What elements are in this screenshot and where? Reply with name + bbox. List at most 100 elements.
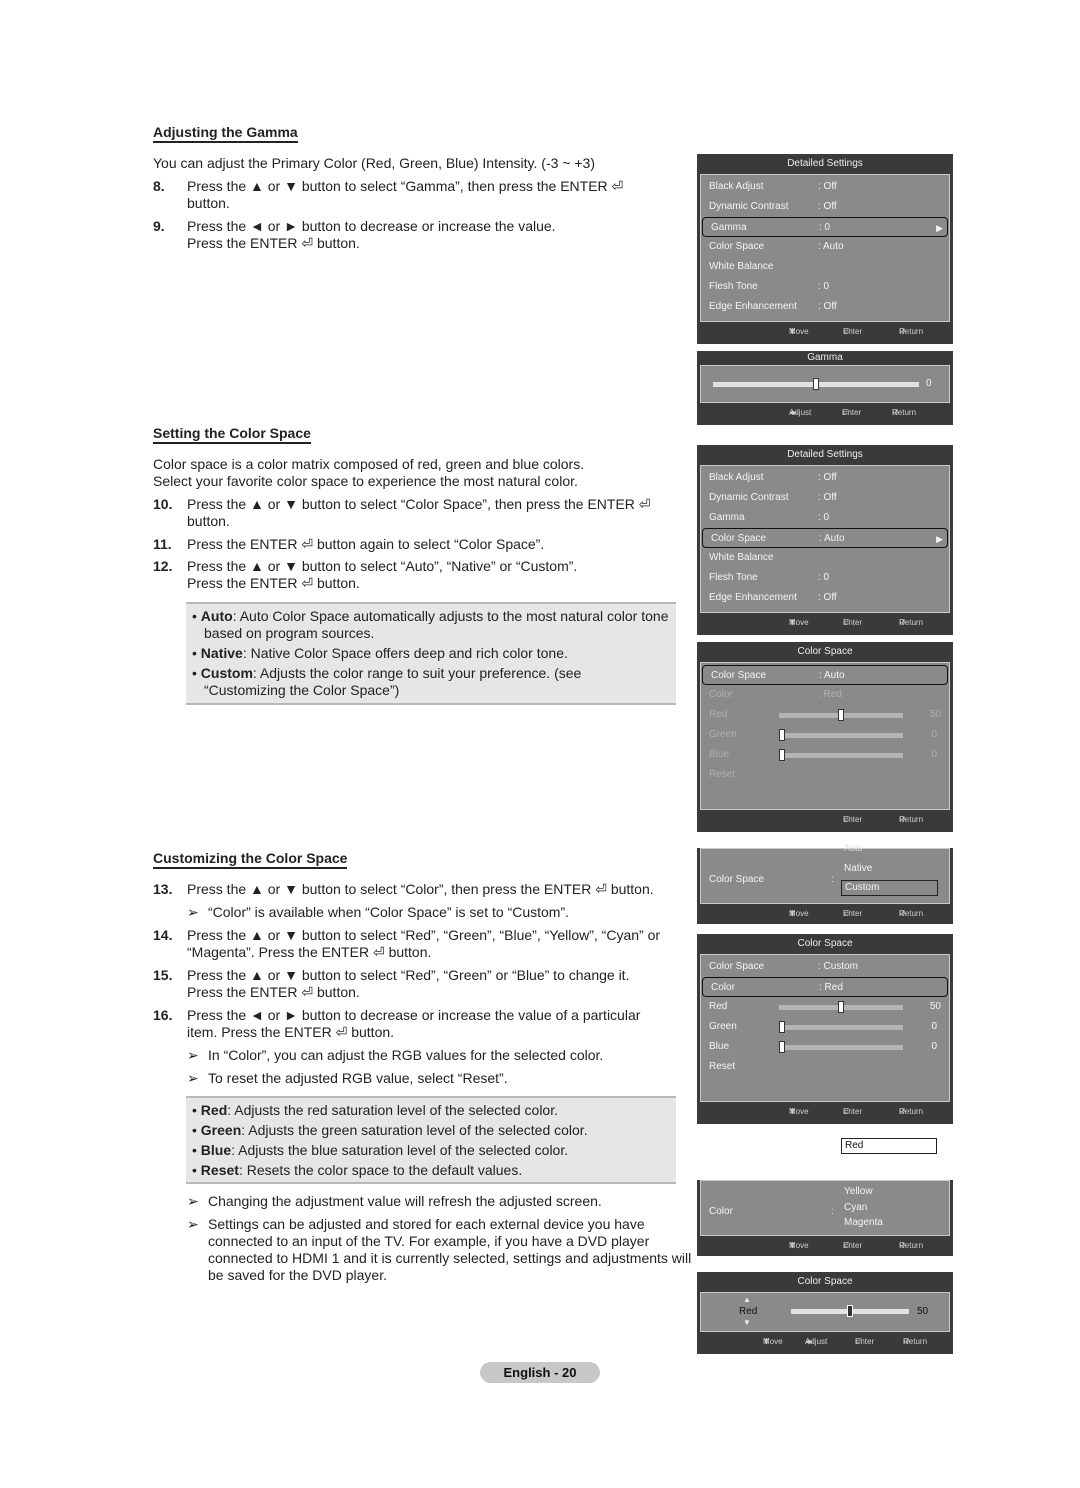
step-number: 13. — [153, 881, 173, 897]
menu-item-dynamic-contrast[interactable]: Dynamic Contrast: Off — [701, 488, 949, 508]
gamma-slider-thumb[interactable] — [813, 378, 819, 390]
gamma-intro: You can adjust the Primary Color (Red, G… — [153, 155, 595, 171]
hint-label: Return — [899, 327, 924, 336]
hint-label: Return — [892, 408, 917, 417]
section-title-gamma: Adjusting the Gamma — [153, 124, 298, 143]
menu-item-gamma[interactable]: Gamma: 0 — [701, 508, 949, 528]
panel-body: Black Adjust: Off Dynamic Contrast: Off … — [700, 174, 950, 322]
panel-footer: ⬍ Move ◂▸ Adjust ⏎ Enter ↺ Return — [697, 1332, 953, 1352]
red-adjust-slider-thumb[interactable] — [847, 1305, 853, 1317]
bullet-custom: • Custom: Adjusts the color range to sui… — [192, 665, 582, 698]
hint-label: Enter — [843, 1107, 863, 1116]
arrow-icon: ➢ — [187, 1070, 199, 1086]
green-slider-thumb[interactable] — [779, 1021, 785, 1033]
menu-item-reset[interactable]: Reset — [701, 1057, 949, 1077]
hint-label: Enter — [842, 408, 862, 417]
green-slider-track[interactable] — [779, 1025, 903, 1030]
note-text: Changing the adjustment value will refre… — [208, 1193, 602, 1209]
step-number: 15. — [153, 967, 173, 983]
menu-item-reset: Reset — [701, 765, 949, 785]
chevron-right-icon: ▶ — [936, 534, 943, 544]
hint-label: Return — [899, 815, 924, 824]
down-arrow-icon[interactable]: ▼ — [743, 1318, 751, 1327]
option-custom-selected[interactable]: Custom — [841, 880, 938, 896]
menu-item-red[interactable]: Red 50 — [701, 997, 949, 1017]
step-number: 11. — [153, 536, 172, 552]
step-number: 8. — [153, 178, 165, 194]
red-slider-thumb[interactable] — [838, 1001, 844, 1013]
menu-item-color-space[interactable]: Color Space: Custom — [701, 957, 949, 977]
menu-item-white-balance[interactable]: White Balance — [701, 548, 949, 568]
color-selected-box[interactable]: Red — [841, 1138, 937, 1154]
option-auto[interactable]: Auto — [844, 843, 863, 851]
blue-slider-track[interactable] — [779, 1045, 903, 1050]
hint-label: Return — [899, 618, 924, 627]
option-yellow[interactable]: Yellow — [844, 1186, 873, 1197]
menu-item-color-space[interactable]: Color Space: Auto ▶ — [702, 528, 948, 548]
menu-item-flesh-tone[interactable]: Flesh Tone: 0 — [701, 277, 949, 297]
menu-item-edge-enhancement[interactable]: Edge Enhancement: Off — [701, 588, 949, 608]
bullet-native: • Native: Native Color Space offers deep… — [192, 645, 568, 661]
osd-detailed-settings-gamma: Detailed Settings Black Adjust: Off Dyna… — [697, 154, 953, 344]
option-magenta[interactable]: Magenta — [844, 1217, 883, 1228]
menu-item-blue[interactable]: Blue 0 — [701, 1037, 949, 1057]
menu-item-black-adjust[interactable]: Black Adjust: Off — [701, 177, 949, 197]
menu-item-color: Color: Red — [701, 685, 949, 705]
step-13: 13. Press the ▲ or ▼ button to select “Co… — [153, 881, 683, 898]
option-cyan[interactable]: Cyan — [844, 1202, 867, 1213]
color-space-options-box: • Auto: Auto Color Space automatically a… — [186, 602, 676, 705]
blue-slider-thumb[interactable] — [779, 1041, 785, 1053]
menu-item-color[interactable]: Color: Red — [702, 977, 948, 997]
step-text: Press the ▲ or ▼ button to select “Gamma… — [187, 178, 624, 211]
note-16a: ➢ In “Color”, you can adjust the RGB valu… — [187, 1047, 667, 1064]
item-value: : Off — [818, 201, 837, 212]
item-value: : Off — [818, 492, 837, 503]
panel-title: Detailed Settings — [787, 449, 863, 460]
panel-body: Color Space: Custom Color: Red Red 50 Gre… — [700, 954, 950, 1102]
menu-item-dynamic-contrast[interactable]: Dynamic Contrast: Off — [701, 197, 949, 217]
menu-item-color-space[interactable]: Color Space: Auto — [701, 237, 949, 257]
menu-item-color-space[interactable]: Color Space: Auto — [702, 665, 948, 685]
item-value: : Auto — [819, 533, 845, 544]
bullet-red: • Red: Adjusts the red saturation level … — [192, 1102, 558, 1118]
note-13: ➢ “Color” is available when “Color Space”… — [187, 904, 667, 921]
menu-item-edge-enhancement[interactable]: Edge Enhancement: Off — [701, 297, 949, 317]
item-value: : Auto — [818, 241, 844, 252]
hint-label: Return — [899, 1241, 924, 1250]
item-label: Reset — [709, 769, 736, 780]
menu-item-white-balance[interactable]: White Balance — [701, 257, 949, 277]
bullet-text: : Adjusts the color range to suit your p… — [204, 665, 582, 698]
green-slider-thumb — [779, 729, 785, 741]
osd-color-space-dropdown: Auto Color Space : Native Custom ⬍ Move … — [697, 843, 953, 924]
item-value: : Off — [818, 181, 837, 192]
item-label: Edge Enhancement — [709, 592, 797, 603]
blue-slider-thumb — [779, 749, 785, 761]
bullet-term: Custom — [200, 665, 253, 681]
arrow-icon: ➢ — [187, 904, 199, 920]
menu-item-flesh-tone[interactable]: Flesh Tone: 0 — [701, 568, 949, 588]
menu-item-black-adjust[interactable]: Black Adjust: Off — [701, 468, 949, 488]
bullet-text: : Adjusts the green saturation level of … — [241, 1122, 588, 1138]
menu-item-green[interactable]: Green 0 — [701, 1017, 949, 1037]
step-text: Press the ▲ or ▼ button to select “Auto”… — [187, 558, 578, 591]
hint-label: Enter — [843, 815, 863, 824]
item-value: 0 — [931, 729, 937, 740]
bullet-auto: • Auto: Auto Color Space automatically a… — [192, 608, 669, 641]
note-stored: ➢ Settings can be adjusted and stored for… — [187, 1216, 692, 1284]
green-slider-track — [779, 733, 903, 738]
menu-item-red: Red 50 — [701, 705, 949, 725]
section-title-color-space: Setting the Color Space — [153, 425, 311, 444]
panel-title: Detailed Settings — [787, 158, 863, 169]
panel-footer: ⬍ Move ⏎ Enter ↺ Return — [697, 1236, 953, 1256]
note-text: Settings can be adjusted and stored for … — [208, 1216, 692, 1283]
step-14: 14. Press the ▲ or ▼ button to select “Re… — [153, 927, 683, 961]
item-label: Red — [709, 1001, 728, 1012]
hint-label: Move — [763, 1337, 783, 1346]
panel-footer: ⬍ Move ⏎ Enter ↺ Return — [697, 904, 953, 924]
hint-label: Enter — [843, 1241, 863, 1250]
menu-item-gamma[interactable]: Gamma: 0 ▶ — [702, 217, 948, 237]
step-text: Press the ▲ or ▼ button to select “Red”,… — [187, 967, 630, 1000]
option-native[interactable]: Native — [844, 863, 872, 874]
up-arrow-icon[interactable]: ▲ — [743, 1295, 751, 1304]
step-16: 16. Press the ◄ or ► button to decrease o… — [153, 1007, 683, 1041]
